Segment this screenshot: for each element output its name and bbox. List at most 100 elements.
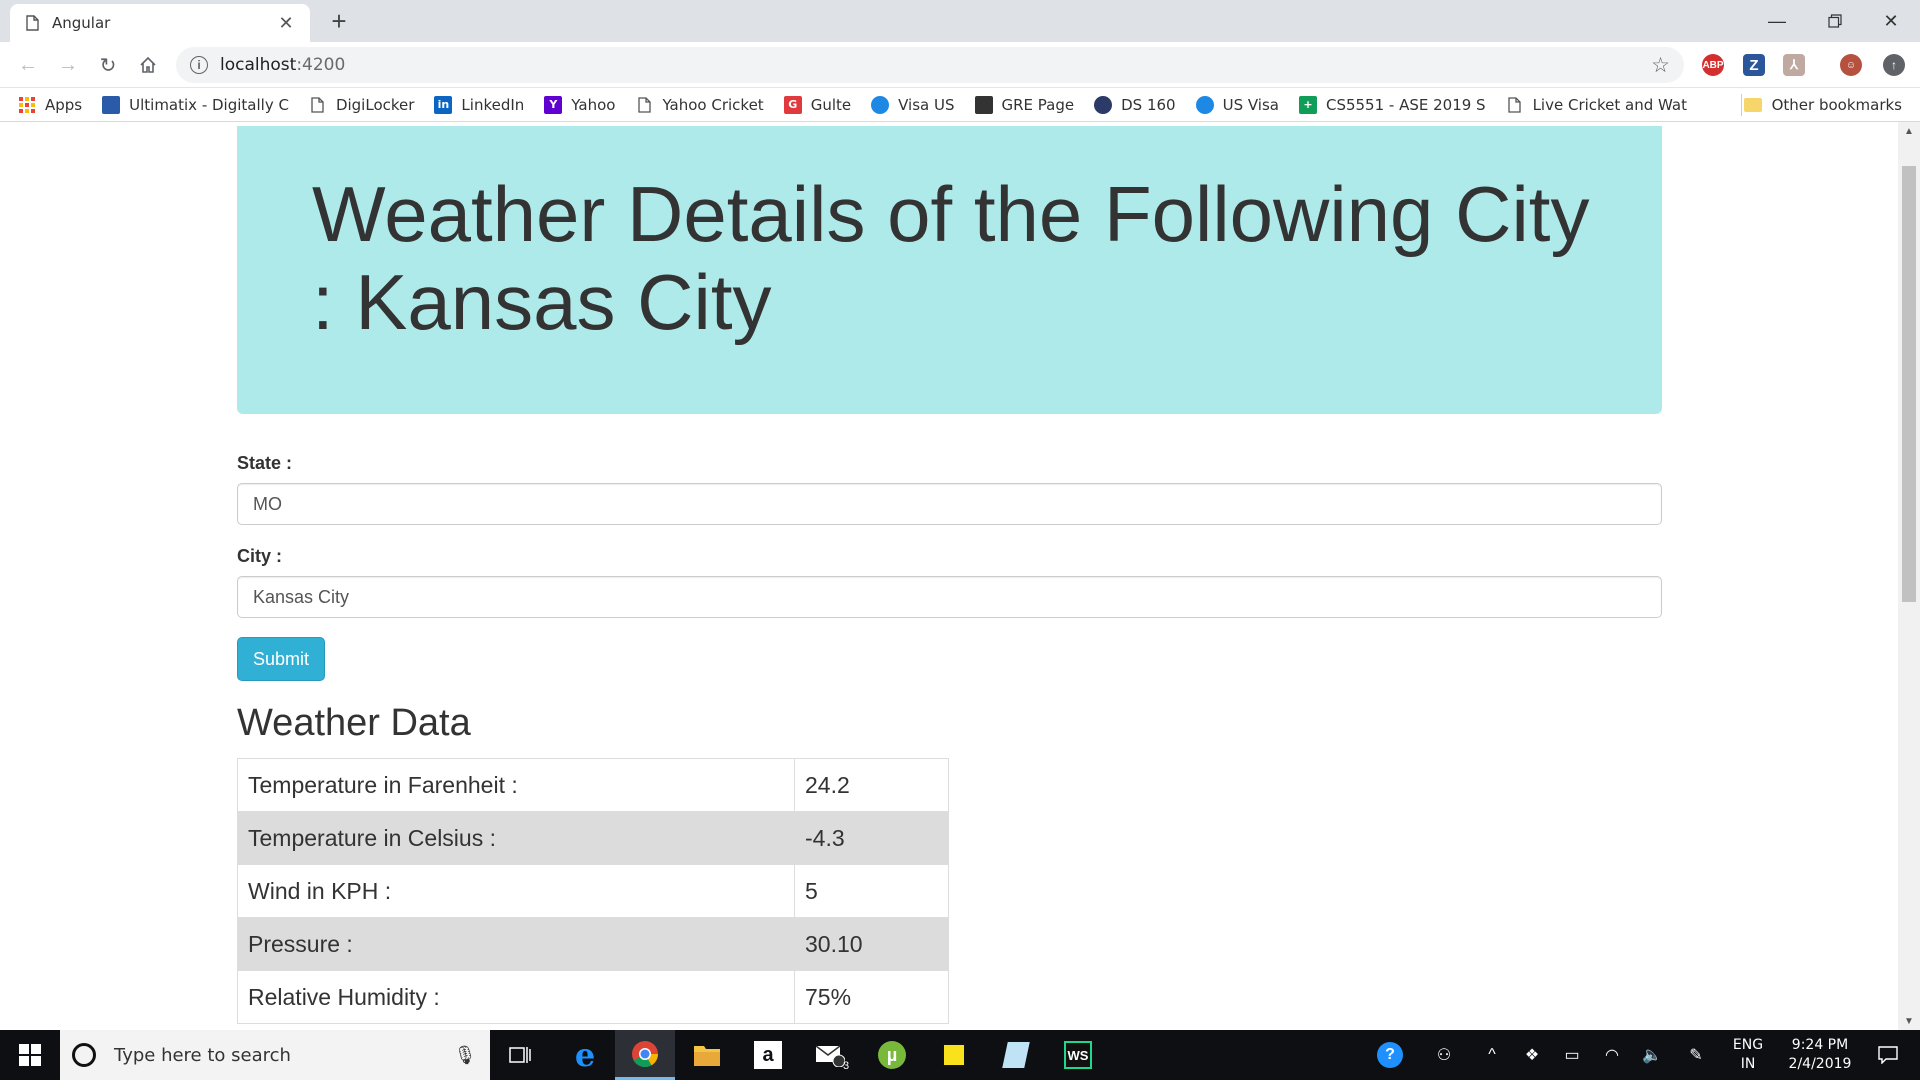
wifi-icon[interactable]: ◠ bbox=[1598, 1030, 1626, 1080]
submit-button[interactable]: Submit bbox=[237, 637, 325, 681]
webstorm-icon[interactable]: WS bbox=[1048, 1030, 1108, 1080]
forward-icon[interactable]: → bbox=[52, 50, 84, 80]
scroll-down-icon[interactable]: ▼ bbox=[1898, 1012, 1920, 1030]
scroll-thumb[interactable] bbox=[1902, 166, 1916, 602]
bookmark-item[interactable]: Visa US bbox=[871, 95, 955, 114]
url-port: :4200 bbox=[296, 55, 346, 75]
language-indicator[interactable]: ENG IN bbox=[1726, 1036, 1770, 1074]
page-icon bbox=[24, 15, 40, 31]
profile-avatar[interactable]: ☺ bbox=[1840, 54, 1862, 76]
lang-line1: ENG bbox=[1732, 1037, 1764, 1053]
adblock-icon[interactable]: ABP bbox=[1702, 54, 1724, 76]
close-tab-icon[interactable]: ✕ bbox=[276, 13, 296, 34]
row-value: 24.2 bbox=[794, 758, 949, 812]
minimize-icon[interactable]: — bbox=[1748, 0, 1806, 42]
zotero-icon[interactable]: Z bbox=[1743, 54, 1765, 76]
microphone-icon[interactable]: 🎙 bbox=[450, 1045, 480, 1066]
bookmark-item[interactable]: DS 160 bbox=[1094, 95, 1176, 114]
row-label: Wind in KPH : bbox=[237, 864, 795, 918]
reload-icon[interactable]: ↻ bbox=[92, 50, 124, 80]
address-bar[interactable]: i localhost:4200 ☆ bbox=[176, 47, 1684, 83]
new-tab-icon[interactable]: + bbox=[324, 6, 354, 37]
bookmark-item[interactable]: Yahoo Cricket bbox=[635, 95, 764, 114]
clock-time: 9:24 PM bbox=[1791, 1037, 1849, 1053]
scroll-up-icon[interactable]: ▲ bbox=[1898, 122, 1920, 140]
help-icon[interactable]: ? bbox=[1372, 1030, 1408, 1080]
notepad-icon[interactable] bbox=[986, 1030, 1046, 1080]
bookmark-item[interactable]: + CS5551 - ASE 2019 S bbox=[1298, 95, 1486, 114]
lang-line2: IN bbox=[1740, 1056, 1756, 1072]
table-row: Wind in KPH : 5 bbox=[237, 864, 949, 918]
bookmark-item[interactable]: US Visa bbox=[1195, 95, 1279, 114]
bookmark-label: DigiLocker bbox=[335, 95, 415, 114]
state-input[interactable]: MO bbox=[237, 483, 1662, 525]
home-icon[interactable] bbox=[132, 50, 164, 80]
pen-icon[interactable]: ✎ bbox=[1682, 1030, 1710, 1080]
notifications-icon[interactable] bbox=[1868, 1030, 1908, 1080]
file-explorer-icon[interactable] bbox=[677, 1030, 737, 1080]
other-bookmarks[interactable]: Other bookmarks bbox=[1743, 96, 1902, 114]
bookmark-item[interactable]: Y Yahoo bbox=[544, 95, 616, 114]
page-scrollbar[interactable]: ▲ ▼ bbox=[1898, 122, 1920, 1030]
tab-title: Angular bbox=[52, 14, 111, 32]
bookmark-star-icon[interactable]: ☆ bbox=[1651, 53, 1670, 78]
bookmark-item[interactable]: DigiLocker bbox=[309, 96, 414, 114]
task-view-icon[interactable] bbox=[490, 1030, 550, 1080]
table-row: Temperature in Farenheit : 24.2 bbox=[237, 758, 949, 812]
bookmark-item[interactable]: Live Cricket and Wat bbox=[1506, 96, 1687, 114]
browser-tab[interactable]: Angular ✕ bbox=[10, 4, 310, 42]
restore-icon[interactable] bbox=[1806, 0, 1864, 42]
section-title: Weather Data bbox=[237, 702, 471, 744]
clock[interactable]: 9:24 PM 2/4/2019 bbox=[1775, 1036, 1865, 1074]
people-icon[interactable]: ⚇ bbox=[1428, 1030, 1460, 1080]
row-value: 5 bbox=[794, 864, 949, 918]
pdf-icon[interactable]: ⅄ bbox=[1783, 54, 1805, 76]
bookmark-label: Yahoo bbox=[571, 95, 616, 114]
close-window-icon[interactable]: ✕ bbox=[1862, 0, 1920, 42]
yahoo-icon: Y bbox=[544, 95, 563, 114]
apps-grid-icon bbox=[18, 96, 36, 114]
bookmark-item[interactable]: G Gulte bbox=[783, 95, 851, 114]
city-value: Kansas City bbox=[253, 586, 350, 607]
row-label: Pressure : bbox=[237, 917, 795, 971]
gulte-icon: G bbox=[783, 95, 802, 114]
back-icon[interactable]: ← bbox=[12, 50, 44, 80]
weather-table: Temperature in Farenheit : 24.2 Temperat… bbox=[237, 758, 949, 1024]
browser-toolbar: ← → ↻ i localhost:4200 ☆ ABP Z ⅄ ☺ ↑ bbox=[0, 42, 1920, 88]
update-icon[interactable]: ↑ bbox=[1883, 54, 1905, 76]
bookmark-item[interactable]: Apps bbox=[18, 96, 82, 114]
sticky-notes-icon[interactable] bbox=[924, 1030, 984, 1080]
mail-icon[interactable]: 3 bbox=[800, 1030, 860, 1080]
tab-strip: Angular ✕ + — ✕ bbox=[0, 0, 1920, 42]
bookmark-label: DS 160 bbox=[1121, 95, 1176, 114]
table-row: Pressure : 30.10 bbox=[237, 917, 949, 971]
row-value: 75% bbox=[794, 970, 949, 1024]
info-icon[interactable]: i bbox=[190, 56, 208, 74]
bookmark-label: GRE Page bbox=[1001, 95, 1075, 114]
utorrent-icon[interactable]: µ bbox=[862, 1030, 922, 1080]
battery-icon[interactable]: ▭ bbox=[1558, 1030, 1586, 1080]
row-label: Temperature in Celsius : bbox=[237, 811, 795, 865]
url-host: localhost bbox=[220, 55, 297, 75]
city-input[interactable]: Kansas City bbox=[237, 576, 1662, 618]
bookmark-item[interactable]: Ultimatix - Digitally C bbox=[102, 95, 289, 114]
windows-start-icon[interactable] bbox=[0, 1030, 60, 1080]
dropbox-icon[interactable]: ❖ bbox=[1518, 1030, 1546, 1080]
edge-icon[interactable]: e bbox=[555, 1030, 615, 1080]
bookmark-item[interactable]: GRE Page bbox=[974, 95, 1075, 114]
show-hidden-icon[interactable]: ^ bbox=[1478, 1030, 1506, 1080]
chrome-icon[interactable] bbox=[615, 1030, 675, 1080]
bookmarks-bar: Apps Ultimatix - Digitally C DigiLocker in L… bbox=[0, 88, 1920, 122]
amazon-icon[interactable]: a bbox=[738, 1030, 798, 1080]
cortana-icon bbox=[72, 1043, 96, 1067]
taskbar-search[interactable]: Type here to search 🎙 bbox=[60, 1030, 490, 1080]
tata-icon bbox=[102, 95, 121, 114]
row-label: Relative Humidity : bbox=[237, 970, 795, 1024]
bookmark-item[interactable]: in LinkedIn bbox=[434, 95, 524, 114]
state-value: MO bbox=[253, 493, 282, 514]
ets-icon bbox=[974, 95, 993, 114]
bookmark-label: Yahoo Cricket bbox=[662, 95, 764, 114]
page-icon bbox=[635, 96, 653, 114]
search-placeholder: Type here to search bbox=[114, 1044, 291, 1066]
volume-icon[interactable]: 🔈 bbox=[1638, 1030, 1666, 1080]
